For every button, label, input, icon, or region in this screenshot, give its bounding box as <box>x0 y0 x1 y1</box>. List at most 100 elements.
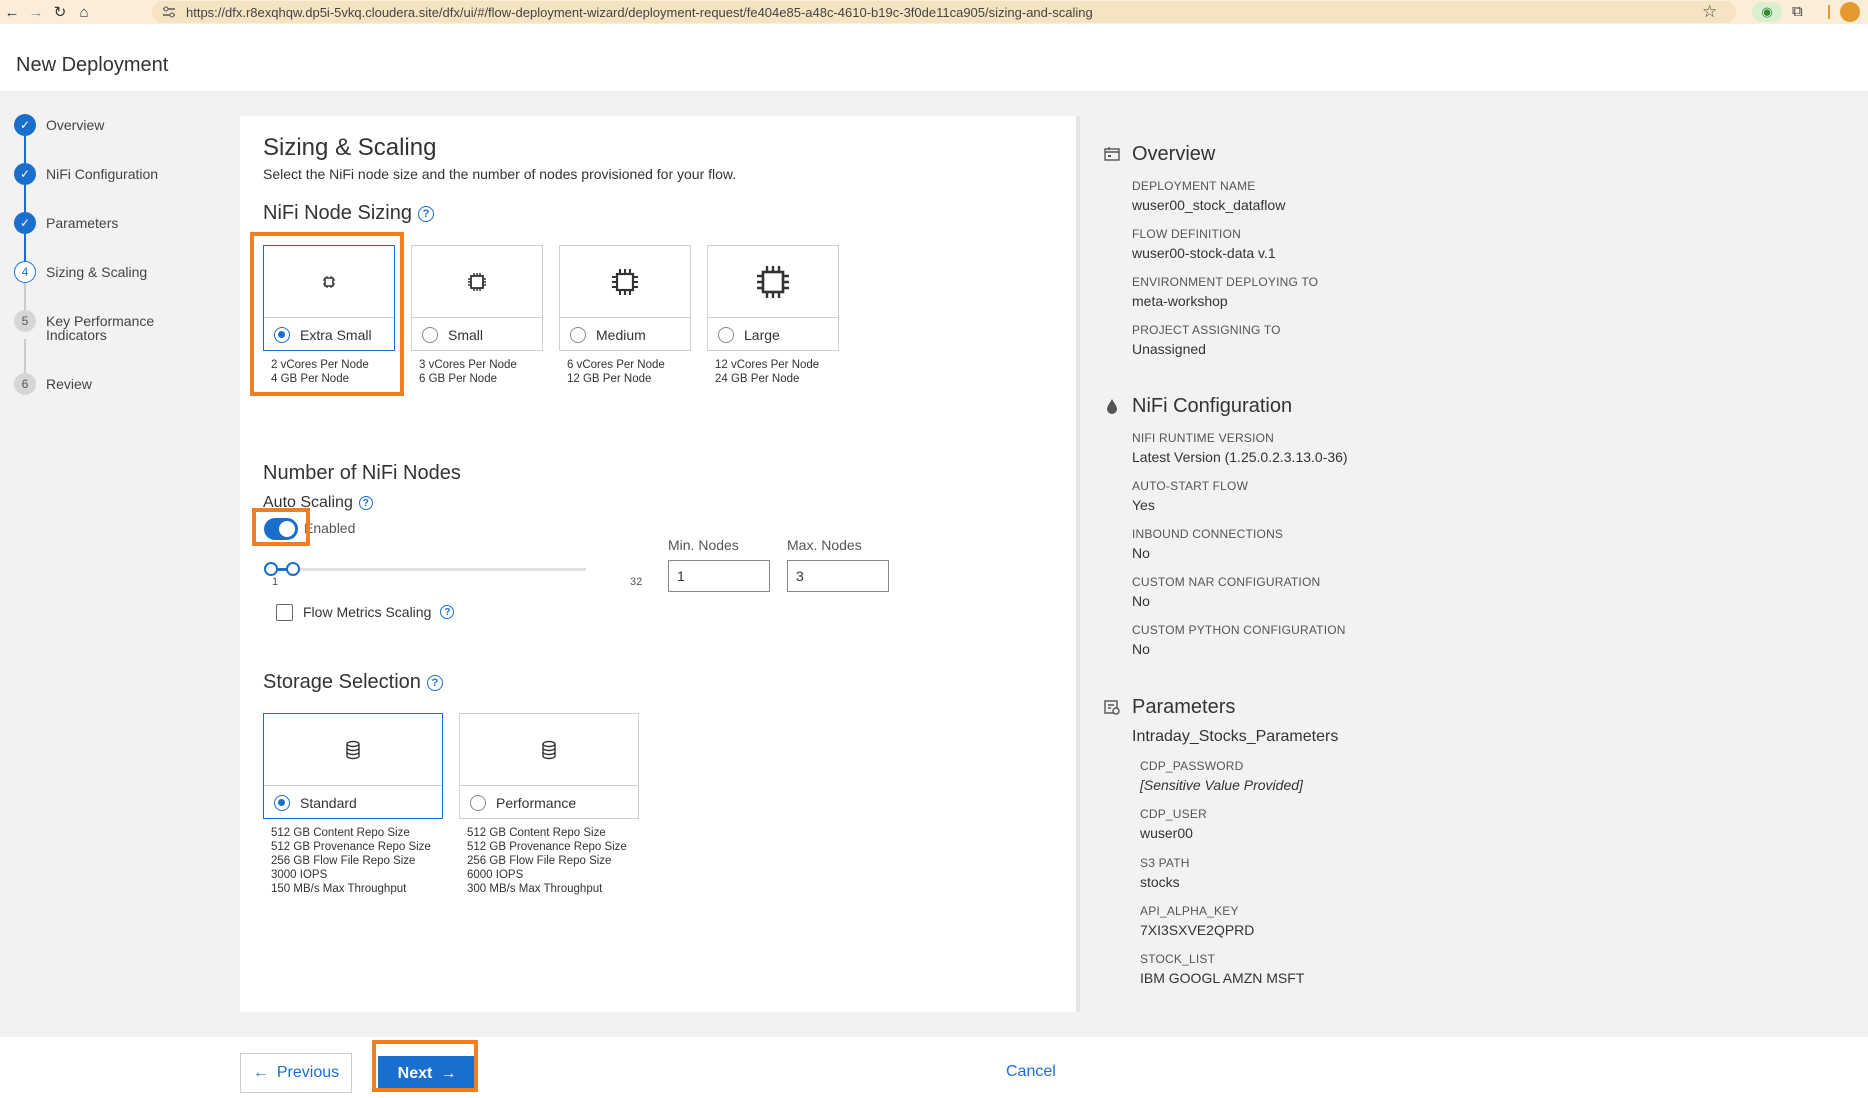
summary-value: Yes <box>1132 497 1155 513</box>
spec-line: 256 GB Flow File Repo Size <box>467 855 612 867</box>
summary-label: AUTO-START FLOW <box>1132 479 1249 493</box>
spec-line: 512 GB Content Repo Size <box>271 827 410 839</box>
radio-button[interactable] <box>422 327 438 343</box>
step-overview[interactable]: ✓ Overview <box>14 114 104 136</box>
step-number: 6 <box>14 373 36 395</box>
size-label: Large <box>744 327 780 343</box>
help-icon[interactable]: ? <box>358 496 373 510</box>
sizing-panel: Sizing & Scaling Select the NiFi node si… <box>240 116 1076 1012</box>
summary-label: NIFI RUNTIME VERSION <box>1132 431 1275 445</box>
toolbar-divider <box>1828 5 1830 19</box>
size-option[interactable]: Large <box>708 318 838 352</box>
cancel-button[interactable]: Cancel <box>1006 1063 1056 1081</box>
step-kpi[interactable]: 5 Key Performance Indicators <box>14 310 154 342</box>
summary-value: IBM GOOGL AMZN MSFT <box>1140 970 1305 986</box>
bookmark-star-icon[interactable]: ☆ <box>1702 2 1717 22</box>
overview-title: Overview <box>1132 143 1216 165</box>
slider-min-handle[interactable] <box>264 562 278 576</box>
storage-card-standard[interactable]: Standard <box>263 713 443 819</box>
back-arrow-icon[interactable]: ← <box>0 0 24 24</box>
reload-icon[interactable]: ↻ <box>48 0 72 24</box>
parameters-icon <box>1104 700 1120 715</box>
size-option[interactable]: Medium <box>560 318 690 352</box>
check-icon: ✓ <box>14 114 36 136</box>
highlight-box <box>252 508 310 546</box>
previous-button[interactable]: ← Previous <box>240 1053 352 1093</box>
cpu-icon <box>612 268 638 295</box>
step-nifi-configuration[interactable]: ✓ NiFi Configuration <box>14 163 158 185</box>
spec-line: 6000 IOPS <box>467 869 524 881</box>
size-specs: 6 vCores Per Node 12 GB Per Node <box>567 358 665 386</box>
section-subtitle: Select the NiFi node size and the number… <box>263 166 737 182</box>
help-icon[interactable]: ? <box>417 205 434 222</box>
size-option[interactable]: Small <box>412 318 542 352</box>
previous-label: Previous <box>276 1064 340 1081</box>
nodes-title: Number of NiFi Nodes <box>263 462 461 484</box>
page-header: New Deployment <box>0 24 1868 92</box>
max-nodes-input[interactable]: 3 <box>787 560 889 592</box>
step-review[interactable]: 6 Review <box>14 373 92 395</box>
node-range-slider[interactable] <box>270 568 586 571</box>
summary-label: INBOUND CONNECTIONS <box>1132 527 1284 541</box>
wizard-footer: ← Previous Next → Cancel <box>0 1037 1868 1098</box>
storage-card-performance[interactable]: Performance <box>459 713 639 819</box>
summary-value: [Sensitive Value Provided] <box>1140 777 1303 793</box>
summary-value: Latest Version (1.25.0.2.3.13.0-36) <box>1132 449 1348 465</box>
summary-label: CDP_USER <box>1140 807 1207 821</box>
page-title: New Deployment <box>16 54 169 76</box>
card-icon-area <box>460 714 638 786</box>
summary-value: No <box>1132 641 1150 657</box>
vcores-text: 3 vCores Per Node <box>419 359 517 371</box>
site-settings-icon[interactable] <box>162 5 176 19</box>
max-nodes-label: Max. Nodes <box>787 537 862 553</box>
highlight-box <box>372 1040 478 1092</box>
spec-line: 150 MB/s Max Throughput <box>271 883 407 895</box>
summary-value: wuser00_stock_dataflow <box>1132 197 1286 213</box>
size-card-small[interactable]: Small <box>411 245 543 351</box>
radio-button[interactable] <box>718 327 734 343</box>
summary-label: ENVIRONMENT DEPLOYING TO <box>1132 275 1319 289</box>
help-icon[interactable]: ? <box>426 674 443 691</box>
size-label: Small <box>448 327 484 343</box>
step-label: NiFi Configuration <box>46 166 159 182</box>
memory-text: 6 GB Per Node <box>419 373 497 385</box>
forward-arrow-icon[interactable]: → <box>24 0 48 24</box>
address-bar[interactable]: https://dfx.r8exqhqw.dp5i-5vkq.cloudera.… <box>152 1 1736 23</box>
node-sizing-title: NiFi Node Sizing ? <box>263 202 434 225</box>
radio-button[interactable] <box>570 327 586 343</box>
database-icon <box>542 740 556 759</box>
card-icon-area <box>560 246 690 318</box>
storage-specs: 512 GB Content Repo Size 512 GB Provenan… <box>467 826 627 896</box>
step-parameters[interactable]: ✓ Parameters <box>14 212 118 234</box>
min-nodes-input[interactable]: 1 <box>668 560 770 592</box>
extensions-puzzle-icon[interactable]: ⧉ <box>1792 3 1803 20</box>
spec-line: 300 MB/s Max Throughput <box>467 883 603 895</box>
radio-button[interactable] <box>470 795 486 811</box>
min-nodes-label: Min. Nodes <box>668 537 739 553</box>
overview-icon <box>1104 147 1120 161</box>
step-label: Overview <box>46 117 105 133</box>
radio-button[interactable] <box>274 795 290 811</box>
step-sizing-scaling[interactable]: 4 Sizing & Scaling <box>14 261 147 283</box>
summary-label: STOCK_LIST <box>1140 952 1216 966</box>
vcores-text: 12 vCores Per Node <box>715 359 820 371</box>
storage-option[interactable]: Standard <box>264 786 442 820</box>
storage-specs: 512 GB Content Repo Size 512 GB Provenan… <box>271 826 431 896</box>
summary-value: 7XI3SXVE2QPRD <box>1140 922 1255 938</box>
parameter-group-name: Intraday_Stocks_Parameters <box>1132 728 1339 745</box>
help-icon[interactable]: ? <box>440 605 455 619</box>
browser-toolbar: ← → ↻ ⌂ https://dfx.r8exqhqw.dp5i-5vkq.c… <box>0 0 1868 24</box>
extension-eye-icon[interactable]: ◉ <box>1752 2 1782 22</box>
summary-label: CUSTOM PYTHON CONFIGURATION <box>1132 623 1346 637</box>
home-icon[interactable]: ⌂ <box>72 0 96 24</box>
storage-option[interactable]: Performance <box>460 786 638 820</box>
step-label: Key Performance Indicators <box>46 310 154 342</box>
size-card-large[interactable]: Large <box>707 245 839 351</box>
cpu-icon <box>757 265 789 298</box>
slider-max-handle[interactable] <box>286 562 300 576</box>
size-card-medium[interactable]: Medium <box>559 245 691 351</box>
summary-value: No <box>1132 593 1150 609</box>
flow-metrics-checkbox[interactable] <box>276 604 293 621</box>
profile-avatar[interactable] <box>1840 2 1860 22</box>
step-label: Parameters <box>46 215 119 231</box>
